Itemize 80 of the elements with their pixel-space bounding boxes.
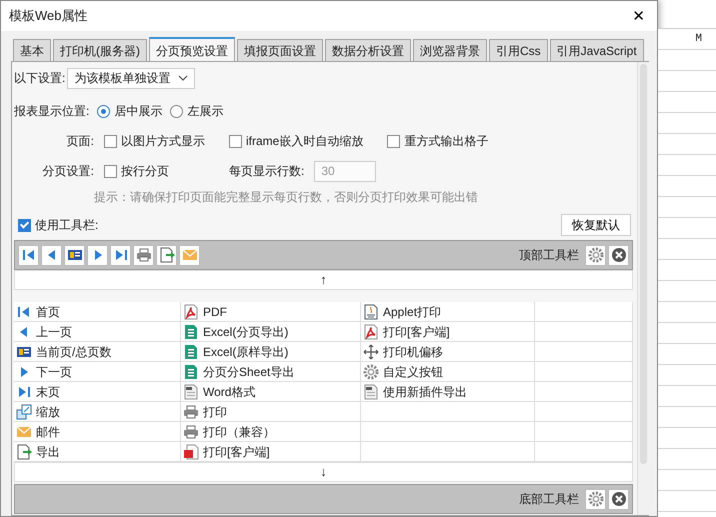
toolbar-button[interactable] bbox=[110, 244, 131, 266]
toolbar-button[interactable] bbox=[156, 244, 177, 266]
scrollbar[interactable] bbox=[637, 62, 649, 515]
checkbox-option[interactable]: 使用工具栏: bbox=[18, 216, 98, 234]
toolbar-button[interactable] bbox=[41, 244, 62, 266]
toolbar-button[interactable] bbox=[18, 244, 39, 266]
tab[interactable]: 引用Css bbox=[489, 39, 548, 61]
checkbox-option[interactable]: 按行分页 bbox=[104, 162, 169, 180]
close-icon bbox=[610, 247, 626, 263]
flash-document-icon bbox=[183, 444, 199, 460]
column-header: M bbox=[694, 32, 703, 47]
toolbar-option[interactable]: PDF bbox=[181, 302, 361, 322]
field-label: 每页显示行数: bbox=[229, 163, 304, 180]
checkbox-option[interactable]: 重方式输出格子 bbox=[387, 132, 488, 150]
toolbar-label: 底部工具栏 bbox=[519, 491, 579, 508]
spreadsheet-icon bbox=[183, 344, 199, 360]
tab[interactable]: 引用JavaScript bbox=[550, 39, 644, 61]
scope-dropdown[interactable]: 为该模板单独设置 bbox=[67, 68, 196, 88]
toolbar-option[interactable]: 分页分Sheet导出 bbox=[181, 362, 361, 382]
toolbar-option[interactable]: Applet打印 bbox=[361, 302, 535, 322]
spreadsheet-icon bbox=[183, 324, 199, 340]
document-icon bbox=[183, 384, 199, 400]
toolbar-option[interactable]: 打印 bbox=[181, 402, 361, 422]
envelope-icon bbox=[182, 247, 198, 263]
pdf-icon bbox=[363, 324, 379, 340]
tab[interactable]: 填报页面设置 bbox=[237, 39, 323, 61]
settings-button[interactable] bbox=[585, 488, 606, 510]
close-button[interactable] bbox=[608, 244, 629, 266]
checkbox-option[interactable]: iframe嵌入时自动缩放 bbox=[229, 132, 364, 150]
tab[interactable]: 基本 bbox=[13, 39, 51, 61]
field-label: 页面: bbox=[66, 133, 94, 150]
toolbar-option[interactable]: 下一页 bbox=[14, 362, 181, 382]
printer-icon bbox=[183, 404, 199, 420]
printer-icon bbox=[183, 424, 199, 440]
field-label: 报表显示位置: bbox=[14, 103, 90, 120]
settings-button[interactable] bbox=[585, 244, 606, 266]
spreadsheet-icon bbox=[183, 364, 199, 380]
toolbar-label: 顶部工具栏 bbox=[519, 247, 579, 264]
gear-icon bbox=[363, 364, 379, 380]
toolbar-option[interactable]: 末页 bbox=[14, 382, 181, 402]
toolbar-button[interactable] bbox=[64, 244, 85, 266]
toolbar-button[interactable] bbox=[133, 244, 154, 266]
first-page-icon bbox=[20, 247, 36, 263]
toolbar-option[interactable]: Excel(分页导出) bbox=[181, 322, 361, 342]
close-button[interactable] bbox=[608, 488, 629, 510]
toolbar-option[interactable]: 当前页/总页数 bbox=[14, 342, 181, 362]
gear-icon bbox=[588, 247, 604, 263]
tab[interactable]: 数据分析设置 bbox=[325, 39, 411, 61]
tab[interactable]: 打印机(服务器) bbox=[53, 39, 147, 61]
radio-option[interactable]: 居中展示 bbox=[97, 102, 162, 120]
toolbar-option[interactable]: 首页 bbox=[14, 302, 181, 322]
toolbar-option[interactable]: 缩放 bbox=[14, 402, 181, 422]
page-number-icon bbox=[66, 247, 82, 263]
radio-option[interactable]: 左展示 bbox=[170, 102, 224, 120]
tab[interactable]: 浏览器背景 bbox=[413, 39, 487, 61]
toolbar-option[interactable]: Excel(原样导出) bbox=[181, 342, 361, 362]
tab[interactable]: 分页预览设置 bbox=[149, 37, 235, 62]
field-label: 分页设置: bbox=[42, 163, 94, 180]
hint-text: 提示：请确保打印页面能完整显示每页行数，否则分页打印效果可能出错 bbox=[93, 189, 478, 206]
toolbar-option[interactable]: 打印机偏移 bbox=[361, 342, 535, 362]
toolbar-option[interactable]: 邮件 bbox=[14, 422, 181, 442]
field-label: 以下设置: bbox=[14, 70, 66, 87]
toolbar-option[interactable]: 使用新插件导出 bbox=[361, 382, 535, 402]
document-icon bbox=[363, 384, 379, 400]
toolbar-option[interactable]: 打印（兼容） bbox=[181, 422, 361, 442]
move-icon bbox=[363, 344, 379, 360]
export-icon bbox=[158, 247, 174, 263]
printer-icon bbox=[136, 247, 152, 263]
close-button[interactable]: ✕ bbox=[628, 8, 649, 24]
window-title: 模板Web属性 bbox=[9, 7, 88, 26]
restore-default-button[interactable]: 恢复默认 bbox=[561, 214, 631, 236]
caret-icon bbox=[178, 73, 188, 83]
close-icon bbox=[610, 491, 626, 507]
toolbar-option[interactable]: 打印[客户端] bbox=[361, 322, 535, 342]
toolbar-button[interactable] bbox=[87, 244, 108, 266]
gear-icon bbox=[588, 491, 604, 507]
toolbar-option[interactable]: 自定义按钮 bbox=[361, 362, 535, 382]
toolbar-option[interactable]: Word格式 bbox=[181, 382, 361, 402]
checkbox-option[interactable]: 以图片方式显示 bbox=[104, 132, 205, 150]
toolbar-option[interactable]: 上一页 bbox=[14, 322, 181, 342]
